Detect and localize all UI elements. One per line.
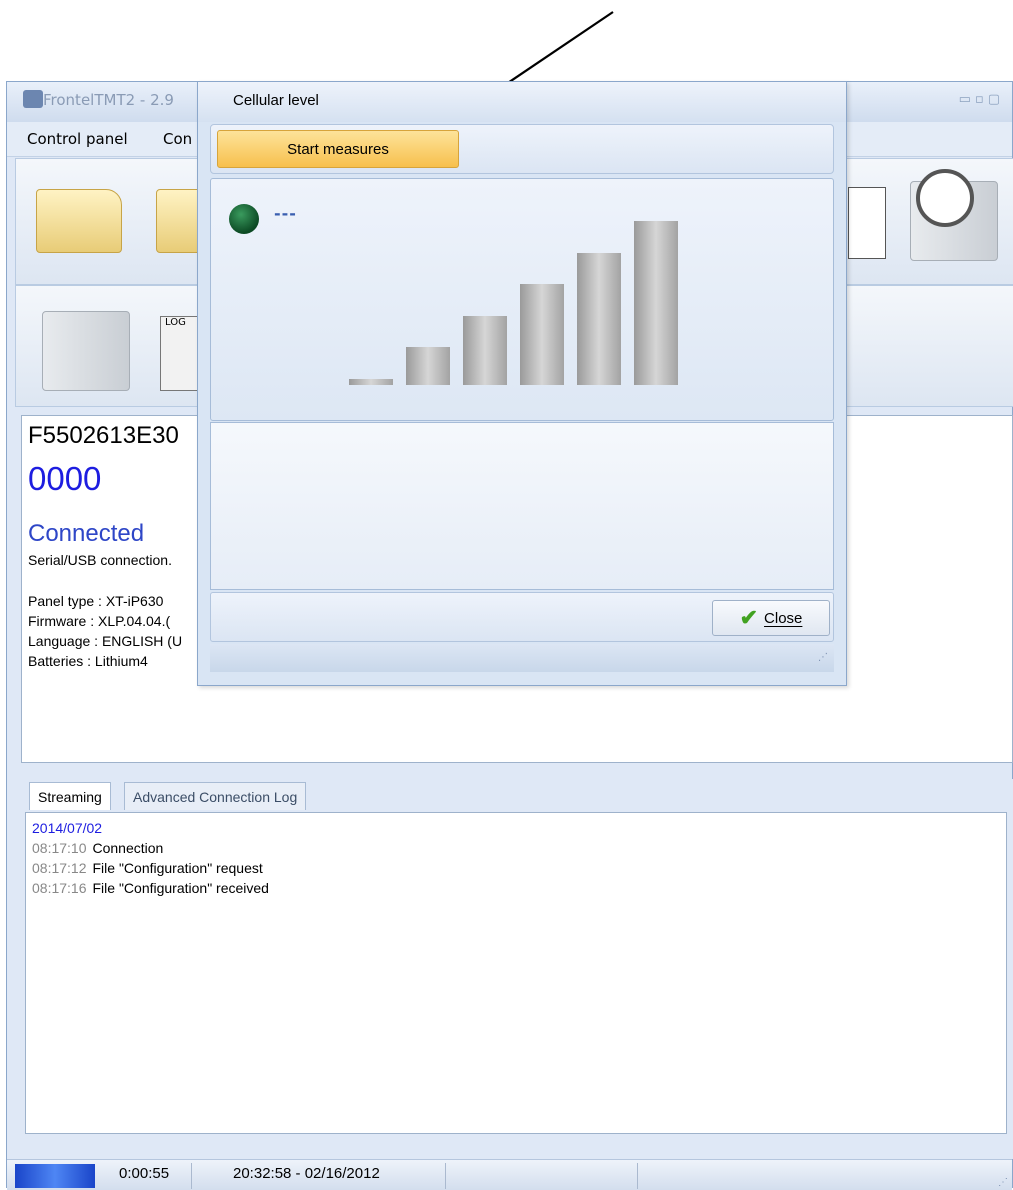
dialog-footer: ⋰	[210, 644, 834, 672]
resize-grip-icon[interactable]: ⋰	[998, 1177, 1008, 1188]
start-measures-button[interactable]: Start measures	[217, 130, 459, 168]
log-entry: 08:17:10 Connection	[32, 838, 1000, 858]
status-separator	[637, 1163, 638, 1189]
log-tabs: Streaming Advanced Connection Log 2014/0…	[21, 779, 1013, 1159]
signal-level-text: ---	[274, 204, 297, 223]
window-controls[interactable]: ▭▫▢	[959, 92, 1004, 107]
log-date: 2014/07/02	[32, 820, 103, 836]
streaming-log: 2014/07/02 08:17:10 Connection 08:17:12 Fi…	[25, 812, 1007, 1134]
log-text: File "Configuration" received	[92, 880, 269, 896]
signal-bar-4	[520, 284, 564, 385]
log-entry: 08:17:12 File "Configuration" request	[32, 858, 1000, 878]
status-bar: 0:00:55 20:32:58 - 02/16/2012 ⋰	[7, 1159, 1012, 1190]
dialog-button-bar: ✔ Close	[210, 592, 834, 642]
signal-panel: ---	[210, 178, 834, 421]
tab-advanced-connection-log[interactable]: Advanced Connection Log	[124, 782, 307, 810]
signal-bar-5	[577, 253, 621, 385]
signal-bar-3	[463, 316, 507, 385]
connection-status: Connected	[28, 520, 145, 547]
document-icon[interactable]	[848, 187, 886, 259]
firmware: Firmware : XLP.04.04.(	[28, 613, 171, 629]
elapsed-time: 0:00:55	[119, 1165, 170, 1182]
checklist-panel-icon[interactable]	[42, 311, 130, 391]
clock-panel-icon[interactable]	[902, 169, 1002, 261]
signal-bar-1	[349, 379, 393, 385]
clock-face	[916, 169, 974, 227]
message-panel	[210, 422, 834, 590]
panel-type: Panel type : XT-iP630	[28, 593, 164, 609]
close-button[interactable]: ✔ Close	[712, 600, 830, 636]
log-entry: 08:17:16 File "Configuration" received	[32, 878, 1000, 898]
menu-config[interactable]: Con	[163, 130, 192, 148]
tab-streaming[interactable]: Streaming	[29, 782, 111, 810]
batteries: Batteries : Lithium4	[28, 653, 148, 669]
dialog-title: Cellular level	[233, 92, 319, 109]
dialog-title-bar: Cellular level	[198, 82, 846, 122]
log-text: File "Configuration" request	[92, 860, 263, 876]
open-folder-icon[interactable]	[36, 189, 122, 253]
status-separator	[191, 1163, 192, 1189]
language: Language : ENGLISH (U	[28, 633, 183, 649]
signal-bar-6	[634, 221, 678, 385]
connection-type: Serial/USB connection.	[28, 552, 172, 568]
log-text: Connection	[92, 840, 164, 856]
log-time: 08:17:16	[32, 880, 87, 896]
dialog-toolbar: Start measures	[210, 124, 834, 174]
status-led-icon	[229, 204, 259, 234]
log-time: 08:17:12	[32, 860, 87, 876]
panel-code: 0000	[28, 460, 102, 497]
close-label: Close	[764, 609, 803, 627]
window-title: FrontelTMT2 - 2.9	[43, 91, 174, 109]
resize-grip-icon[interactable]: ⋰	[818, 652, 828, 663]
status-datetime: 20:32:58 - 02/16/2012	[233, 1165, 380, 1182]
app-logo-icon	[23, 90, 43, 108]
log-time: 08:17:10	[32, 840, 87, 856]
cellular-level-dialog: Cellular level Start measures --- ✔ Clos…	[197, 81, 847, 686]
activity-indicator	[15, 1164, 95, 1188]
panel-serial: F5502613E30	[28, 422, 179, 449]
signal-bar-2	[406, 347, 450, 385]
status-separator	[445, 1163, 446, 1189]
menu-control-panel[interactable]: Control panel	[27, 130, 128, 148]
checkmark-icon: ✔	[739, 605, 759, 630]
